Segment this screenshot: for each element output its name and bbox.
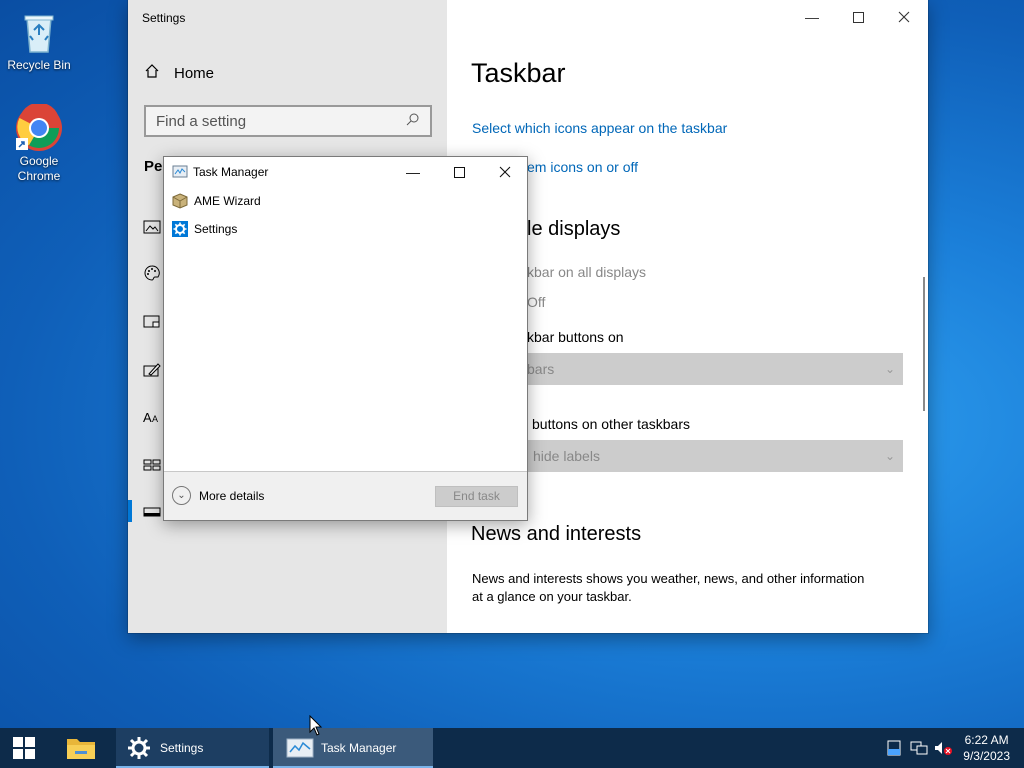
tm-close-button[interactable] <box>482 157 528 187</box>
storage-icon <box>887 740 901 756</box>
end-task-button[interactable]: End task <box>435 486 518 507</box>
search-placeholder: Find a setting <box>156 112 247 130</box>
themes-icon <box>143 363 161 377</box>
tray-network[interactable] <box>906 728 932 768</box>
windows-logo-icon <box>13 737 35 759</box>
recycle-bin-label: Recycle Bin <box>7 58 71 72</box>
home-icon <box>144 63 160 83</box>
clock-time: 6:22 AM <box>964 733 1009 747</box>
network-icon <box>910 741 928 755</box>
combine-buttons-dropdown[interactable]: hide labels ⌄ <box>471 440 903 472</box>
sidebar-item-colors[interactable] <box>143 264 161 282</box>
sidebar-item-background[interactable] <box>143 218 161 236</box>
taskbar-taskmgr-button[interactable]: Task Manager <box>273 728 433 768</box>
link-select-icons[interactable]: Select which icons appear on the taskbar <box>472 120 727 136</box>
palette-icon <box>144 265 160 281</box>
close-icon <box>499 166 511 178</box>
sidebar-selection-indicator <box>128 500 132 522</box>
list-item-settings[interactable]: Settings <box>172 221 237 237</box>
dropdown-2-value: hide labels <box>533 448 600 464</box>
more-details-label: More details <box>199 488 265 503</box>
taskbar-settings-label: Settings <box>160 741 204 755</box>
close-icon <box>898 11 910 23</box>
maximize-button[interactable] <box>835 0 881 34</box>
sidebar-item-fonts[interactable]: AA <box>143 408 161 426</box>
news-description-line1: News and interests shows you weather, ne… <box>472 571 865 586</box>
system-clock[interactable]: 6:22 AM 9/3/2023 <box>963 732 1010 764</box>
app-name: Settings <box>194 222 238 236</box>
news-description-line2: at a glance on your taskbar. <box>472 589 632 604</box>
desktop-icon-chrome[interactable]: Google Chrome <box>1 102 77 184</box>
toggle-state-label: Off <box>527 294 546 310</box>
chrome-label: Google Chrome <box>17 154 61 183</box>
sidebar-home[interactable]: Home <box>144 63 214 83</box>
sidebar-item-themes[interactable] <box>143 362 161 380</box>
link-system-icons[interactable]: em icons on or off <box>527 159 638 175</box>
dropdown-1-value: bars <box>527 361 555 377</box>
taskbar-icon <box>143 507 161 517</box>
task-manager-window: Task Manager — AME Wizard Settings ⌄ Mor… <box>163 156 528 521</box>
search-icon <box>406 112 420 130</box>
scrollbar-thumb[interactable] <box>923 277 925 411</box>
taskbar: Settings Task Manager 6:22 AM 9/3/2023 <box>0 728 1024 768</box>
desktop-icon-recycle-bin[interactable]: Recycle Bin <box>1 8 77 73</box>
sidebar-item-lockscreen[interactable] <box>143 313 161 331</box>
chevron-down-icon: ⌄ <box>884 362 895 376</box>
settings-search-input[interactable]: Find a setting <box>144 105 432 137</box>
tm-minimize-button[interactable]: — <box>390 157 436 187</box>
maximize-icon <box>453 166 465 178</box>
folder-icon <box>67 739 95 759</box>
minimize-button[interactable]: — <box>789 0 835 34</box>
recycle-bin-icon <box>15 8 63 56</box>
taskbar-settings-button[interactable]: Settings <box>116 728 269 768</box>
home-label: Home <box>174 64 215 82</box>
show-on-all-displays-label: kbar on all displays <box>527 264 647 280</box>
gear-icon <box>172 221 188 237</box>
svg-text:A: A <box>152 414 158 424</box>
close-button[interactable] <box>881 0 927 34</box>
app-name: AME Wizard <box>194 194 261 208</box>
volume-muted-icon <box>935 742 952 755</box>
page-title: Taskbar <box>471 58 566 88</box>
task-manager-icon <box>172 164 188 185</box>
picture-icon <box>143 220 161 234</box>
sidebar-item-start[interactable] <box>143 456 161 474</box>
file-explorer-button[interactable] <box>57 728 105 768</box>
tm-maximize-button[interactable] <box>436 157 482 187</box>
show-buttons-on-label: kbar buttons on <box>527 329 624 345</box>
maximize-icon <box>852 11 864 23</box>
heading-news-interests: News and interests <box>471 523 642 545</box>
show-buttons-dropdown[interactable]: bars ⌄ <box>471 353 903 385</box>
tray-battery[interactable] <box>884 728 904 768</box>
fonts-icon: AA <box>143 410 158 425</box>
more-details-button[interactable]: ⌄ More details <box>172 486 264 505</box>
svg-text:A: A <box>143 410 152 425</box>
task-manager-footer: ⌄ More details End task <box>164 471 527 520</box>
ame-wizard-icon <box>172 193 188 209</box>
list-item-ame-wizard[interactable]: AME Wizard <box>172 193 261 209</box>
chrome-icon <box>15 102 63 152</box>
chevron-down-icon: ⌄ <box>172 486 191 505</box>
clock-date: 9/3/2023 <box>963 749 1010 763</box>
tray-volume[interactable] <box>932 728 954 768</box>
gear-icon <box>128 737 150 759</box>
lock-screen-icon <box>143 315 160 328</box>
mouse-cursor-icon <box>309 714 323 742</box>
task-manager-title: Task Manager <box>193 165 269 179</box>
chevron-down-icon: ⌄ <box>884 449 895 463</box>
start-button[interactable] <box>0 728 48 768</box>
settings-window-title: Settings <box>142 11 186 25</box>
start-grid-icon <box>143 459 161 471</box>
taskbar-taskmgr-label: Task Manager <box>321 741 397 755</box>
heading-multiple-displays: le displays <box>527 218 621 240</box>
combine-buttons-other-label: buttons on other taskbars <box>532 416 690 432</box>
sidebar-item-taskbar[interactable] <box>143 503 161 521</box>
